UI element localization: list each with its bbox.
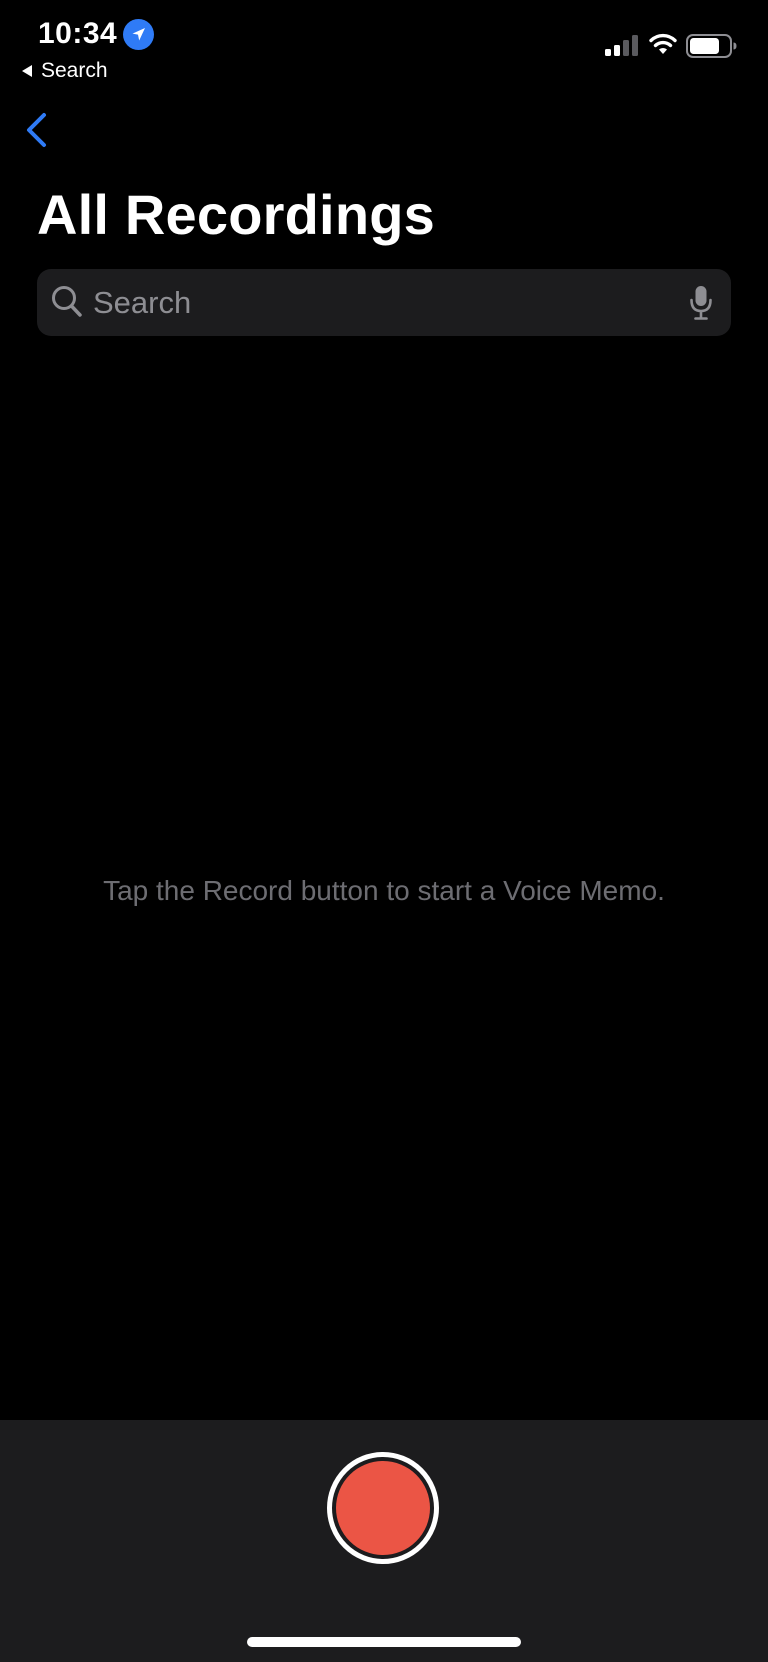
search-field[interactable] — [37, 269, 731, 336]
page-title: All Recordings — [37, 183, 435, 246]
search-input[interactable] — [93, 269, 673, 336]
battery-icon — [686, 34, 737, 58]
empty-state-message: Tap the Record button to start a Voice M… — [103, 875, 665, 906]
search-icon — [52, 286, 82, 317]
back-to-search-app[interactable]: Search — [22, 58, 108, 84]
cellular-signal-icon — [605, 35, 638, 56]
record-button[interactable] — [327, 1452, 439, 1564]
status-time: 10:34 — [38, 17, 118, 50]
record-icon — [336, 1461, 430, 1555]
back-triangle-icon — [22, 65, 32, 77]
wifi-icon — [649, 33, 677, 54]
back-button[interactable] — [22, 110, 52, 150]
location-arrow-icon — [123, 19, 154, 50]
microphone-icon[interactable] — [689, 285, 713, 321]
back-to-app-label: Search — [41, 59, 108, 82]
home-indicator[interactable] — [247, 1637, 521, 1647]
